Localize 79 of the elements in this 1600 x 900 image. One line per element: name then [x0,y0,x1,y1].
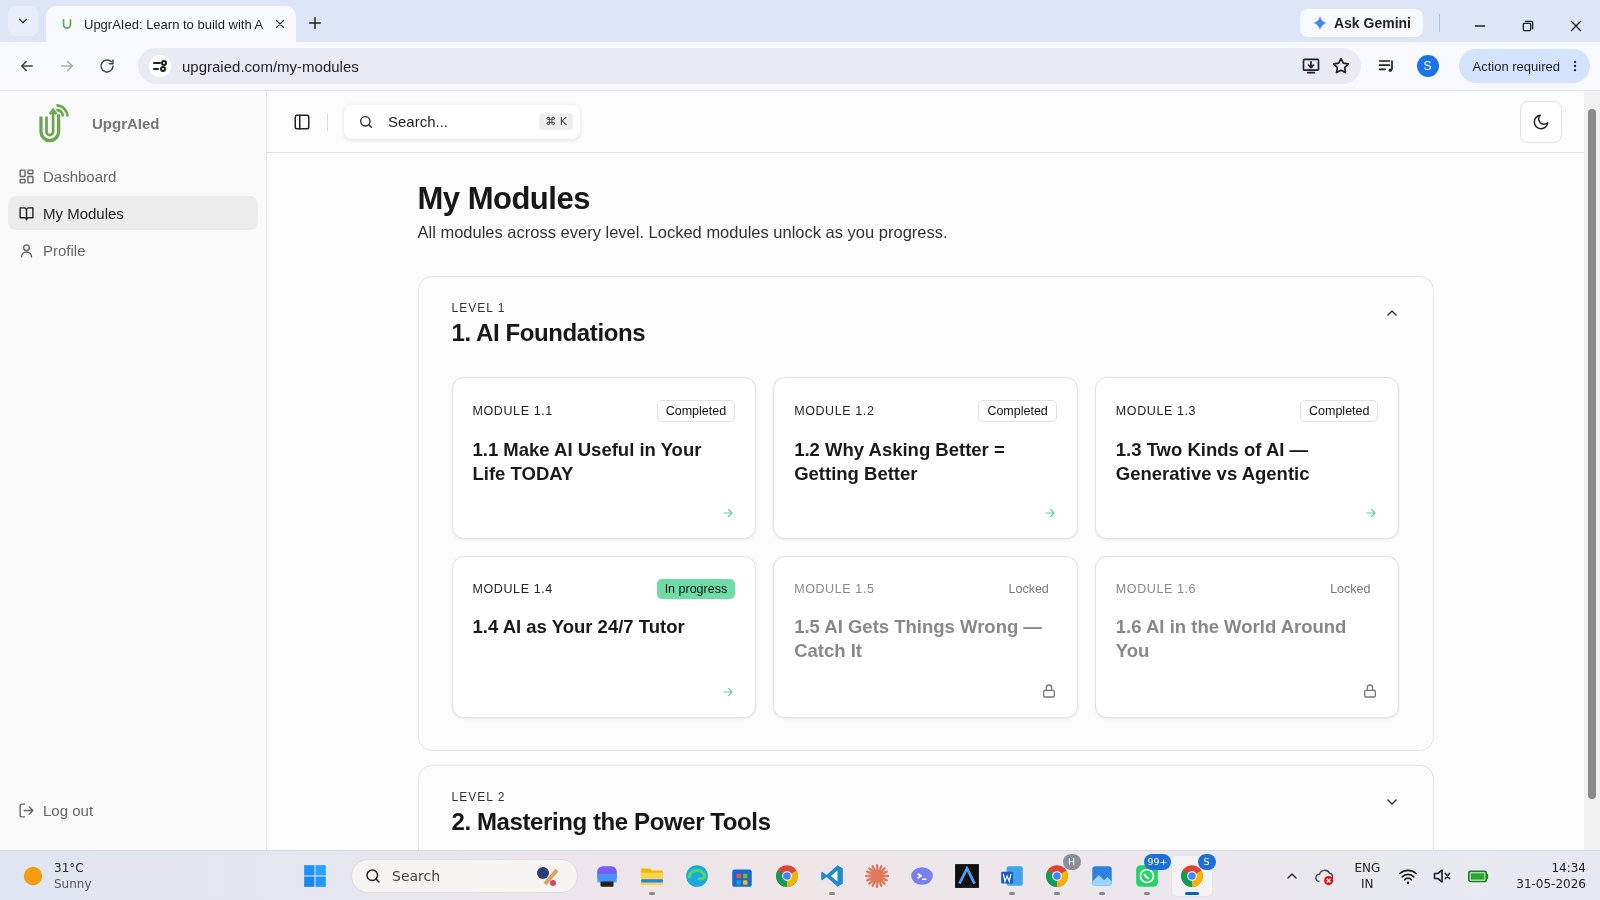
module-card[interactable]: MODULE 1.1 Completed 1.1 Make AI Useful in Your Life TODAY [451,377,757,539]
search-field[interactable]: Search... ⌘ K [344,104,580,139]
status-badge: Completed [1300,400,1379,422]
search-icon [364,866,382,885]
level-title: 1. AI Foundations [451,319,647,347]
module-code: MODULE 1.6 [1115,582,1197,596]
clock[interactable]: 14:34 31-05-2026 [1516,859,1586,892]
browser-logo-icon [1178,862,1205,889]
lock-icon [1362,683,1379,699]
scrollbar[interactable] [1584,91,1600,850]
sun-icon [22,864,44,887]
action-required-button[interactable]: Action required [1458,49,1590,83]
brand-name: UpgrAIed [92,114,160,132]
sidebar-toggle-icon[interactable] [293,112,311,131]
temperature-text: 31°C [54,859,85,876]
status-badge: In progress [656,579,736,599]
level-title: 2. Mastering the Power Tools [451,808,772,836]
module-card[interactable]: MODULE 1.3 Completed 1.3 Two Kinds of AI — Generative vs Agentic [1094,377,1400,539]
grid-icon [18,167,35,185]
notification-badge: H [1062,853,1081,870]
user-icon [18,241,35,259]
site-settings-icon[interactable] [148,54,172,78]
module-title: 1.5 AI Gets Things Wrong — Catch It [794,615,1043,663]
module-title: 1.1 Make AI Useful in Your Life TODAY [472,438,703,486]
browser-logo-icon [1043,862,1070,889]
shortcut-key: ⌘ K [539,113,573,130]
page-subtitle: All modules across every level. Locked modules unlock as you progress. [417,223,949,242]
module-code: MODULE 1.3 [1115,404,1197,418]
sidebar-item[interactable]: Dashboard [8,159,258,193]
address-bar[interactable]: upgraied.com/my-modules [138,48,1361,84]
sidebar-item[interactable]: My Modules [8,196,258,230]
star-icon[interactable] [1330,56,1351,76]
notification-badge: S [1197,853,1216,870]
page-title: My Modules [417,180,591,218]
notification-badge: 99+ [1144,853,1171,870]
account-avatar[interactable]: S [1416,55,1439,77]
install-icon[interactable] [1300,56,1321,76]
status-badge: Completed [978,400,1057,422]
module-code: MODULE 1.4 [472,582,553,596]
module-code: MODULE 1.1 [472,404,553,418]
reload-icon[interactable] [98,57,116,75]
browser-tab[interactable]: UpgrAIed: Learn to build with A [46,6,296,42]
logo-icon [60,17,74,31]
module-title: 1.4 AI as Your 24/7 Tutor [472,615,686,639]
book-icon [18,204,35,222]
lock-icon [1040,683,1057,699]
level-label: LEVEL 2 [451,790,507,804]
wave-logo-icon [683,862,710,889]
level-label: LEVEL 1 [451,301,507,315]
module-code: MODULE 1.2 [794,404,875,418]
start-icon [301,862,328,889]
sparkle-icon [1311,15,1328,31]
browser-logo-icon [773,862,800,889]
module-code: MODULE 1.5 [794,582,875,596]
module-title: 1.2 Why Asking Better = Getting Better [794,438,1006,486]
logout-icon [18,801,35,819]
module-title: 1.3 Two Kinds of AI — Generative vs Agentic [1115,438,1311,486]
moon-icon [1532,112,1550,131]
module-title: 1.6 AI in the World Around You [1115,615,1348,663]
logout-link[interactable]: Log out [8,793,258,827]
theme-toggle-button[interactable] [1520,100,1562,143]
restore-icon[interactable] [1520,18,1536,34]
url-text: upgraied.com/my-modules [182,57,360,75]
starburst-icon [863,862,890,889]
weather-text: Sunny [54,875,92,892]
ask-gemini-button[interactable]: Ask Gemini [1299,9,1423,37]
module-card[interactable]: MODULE 1.2 Completed 1.2 Why Asking Better = Getting Better [773,377,1078,539]
taskbar-search-field[interactable]: Search [351,858,578,893]
status-badge: Completed [656,400,736,422]
status-text: Locked [1329,581,1372,598]
close-icon[interactable] [1568,18,1584,34]
status-text: Locked [1007,581,1050,598]
search-icon [358,113,374,130]
arc-logo-icon [953,862,980,889]
sidebar-item[interactable]: Profile [8,233,258,267]
plus-icon[interactable] [306,14,324,32]
language-indicator[interactable]: ENG IN [1354,859,1381,892]
module-card[interactable]: MODULE 1.4 In progress 1.4 AI as Your 24/7 Tutor [451,556,757,718]
code-editor-icon [818,862,845,889]
